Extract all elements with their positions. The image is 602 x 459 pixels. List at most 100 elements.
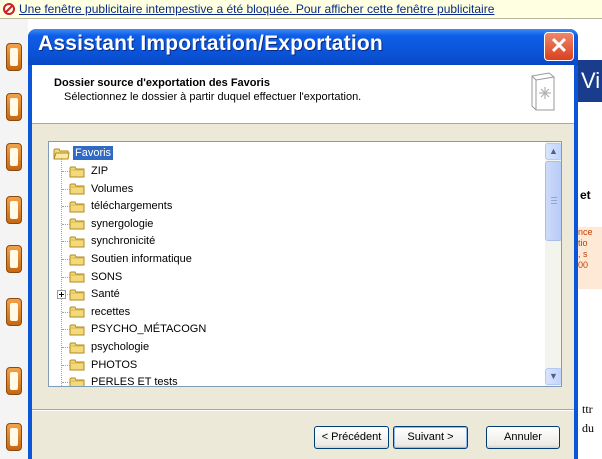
folder-icon [69,342,85,353]
background-tab [6,143,22,171]
background-tab [6,43,22,71]
close-icon: ✕ [549,33,569,58]
tree-item-label[interactable]: recettes [89,305,132,319]
tree-connector-line [62,223,70,225]
background-tab [6,93,22,121]
chevron-up-icon: ▲ [549,146,558,156]
tree-connector-line [62,364,70,366]
tree-connector-line [62,276,70,278]
tree-item-label[interactable]: SONS [89,270,124,284]
folder-icon [69,254,85,265]
tree-item[interactable]: Volumes [69,180,135,198]
background-text: ttr [582,402,593,416]
popup-blocked-icon [3,3,15,15]
infobar-text[interactable]: Une fenêtre publicitaire intempestive a … [19,2,494,16]
wizard-header: Dossier source d'exportation des Favoris… [32,65,574,124]
cancel-button[interactable]: Annuler [486,426,560,449]
folder-icon [69,289,85,301]
tree-connector-line [62,382,70,384]
tree-item-root[interactable]: Favoris [53,144,114,162]
header-subtitle: Sélectionnez le dossier à partir duquel … [64,91,362,103]
tree-item[interactable]: synchronicité [69,232,157,250]
tree-item-label[interactable]: Santé [89,287,122,301]
tree-item[interactable]: PSYCHO_MÉTACOGN [69,320,208,338]
scroll-thumb[interactable] [545,161,561,241]
folder-icon [69,377,85,386]
close-button[interactable]: ✕ [544,32,574,61]
background-left-panel [0,19,28,459]
scroll-down-button[interactable]: ▼ [545,368,561,385]
background-box-line: , s [578,249,588,259]
wizard-body: Dossier source d'exportation des Favoris… [32,65,574,459]
folder-icon [69,324,85,336]
tree-item[interactable]: Santé [69,285,122,303]
background-banner: Vi [578,60,602,102]
background-text: du [582,421,594,435]
tree-connector-line [62,171,70,172]
header-title: Dossier source d'exportation des Favoris [54,77,270,89]
tree-item-label[interactable]: Favoris [73,146,114,160]
tree-item-label[interactable]: synchronicité [89,234,157,248]
tree-item[interactable]: SONS [69,268,124,286]
title-bar[interactable]: Assistant Importation/Exportation ✕ [28,29,578,65]
tree-item[interactable]: synergologie [69,215,155,233]
popup-blocked-infobar[interactable]: Une fenêtre publicitaire intempestive a … [0,0,602,19]
folder-icon [69,306,85,318]
folder-icon [69,201,85,213]
tree-item-label[interactable]: synergologie [89,217,155,231]
grip-line [551,197,557,198]
favorites-book-icon [531,72,555,111]
background-box-line: 00 [578,260,589,270]
folder-icon [69,166,85,177]
background-box: nce tio , s 00 [578,227,602,289]
window-title: Assistant Importation/Exportation [38,32,383,55]
tree-connector-line [62,311,70,313]
tree-connector-line [62,241,70,243]
tree-item[interactable]: Soutien informatique [69,250,194,268]
tree-connector-line [62,188,70,190]
tree-item[interactable]: recettes [69,303,132,321]
tree-item-label[interactable]: PSYCHO_MÉTACOGN [89,322,208,336]
background-tab [6,423,22,451]
folder-icon [69,183,85,195]
background-tab [6,367,22,395]
folder-tree[interactable]: Favoris ZIP Volumes téléchargements synergo… [48,141,562,387]
background-tab [6,298,22,326]
tree-item[interactable]: PERLES ET tests [69,373,180,386]
chevron-down-icon: ▼ [549,371,558,381]
folder-icon [69,236,85,248]
tree-item-label[interactable]: psychologie [89,340,151,354]
import-export-wizard-window: Assistant Importation/Exportation ✕ Doss… [28,29,578,459]
folder-icon [69,218,85,230]
tree-connector-line [62,347,70,348]
back-button[interactable]: < Précédent [314,426,389,449]
background-tab [6,245,22,273]
tree-item-label[interactable]: Volumes [89,182,135,196]
tree-connector-line [62,329,70,331]
background-text: et [580,188,591,202]
footer-separator [32,409,574,411]
tree-connector-line [62,259,70,260]
tree-item[interactable]: ZIP [69,162,110,180]
tree-item-label[interactable]: PERLES ET tests [89,375,180,386]
tree-item-label[interactable]: Soutien informatique [89,252,194,266]
tree-item-label[interactable]: PHOTOS [89,358,139,372]
next-button[interactable]: Suivant > [393,426,468,449]
background-box-line: nce [578,227,593,237]
scroll-up-button[interactable]: ▲ [545,143,561,160]
folder-icon [69,271,85,283]
tree-item[interactable]: téléchargements [69,197,174,215]
tree-connector-line [62,206,70,208]
expand-toggle[interactable] [57,290,66,300]
grip-line [551,200,557,201]
tree-item[interactable]: PHOTOS [69,356,139,374]
background-tab [6,196,22,224]
tree-connector-line [61,158,62,386]
background-box-line: tio [578,238,588,248]
tree-item-label[interactable]: téléchargements [89,199,174,213]
tree-item[interactable]: psychologie [69,338,151,356]
tree-scrollbar[interactable]: ▲ ▼ [545,142,561,386]
folder-icon [69,359,85,371]
grip-line [551,203,557,204]
tree-item-label[interactable]: ZIP [89,164,110,178]
